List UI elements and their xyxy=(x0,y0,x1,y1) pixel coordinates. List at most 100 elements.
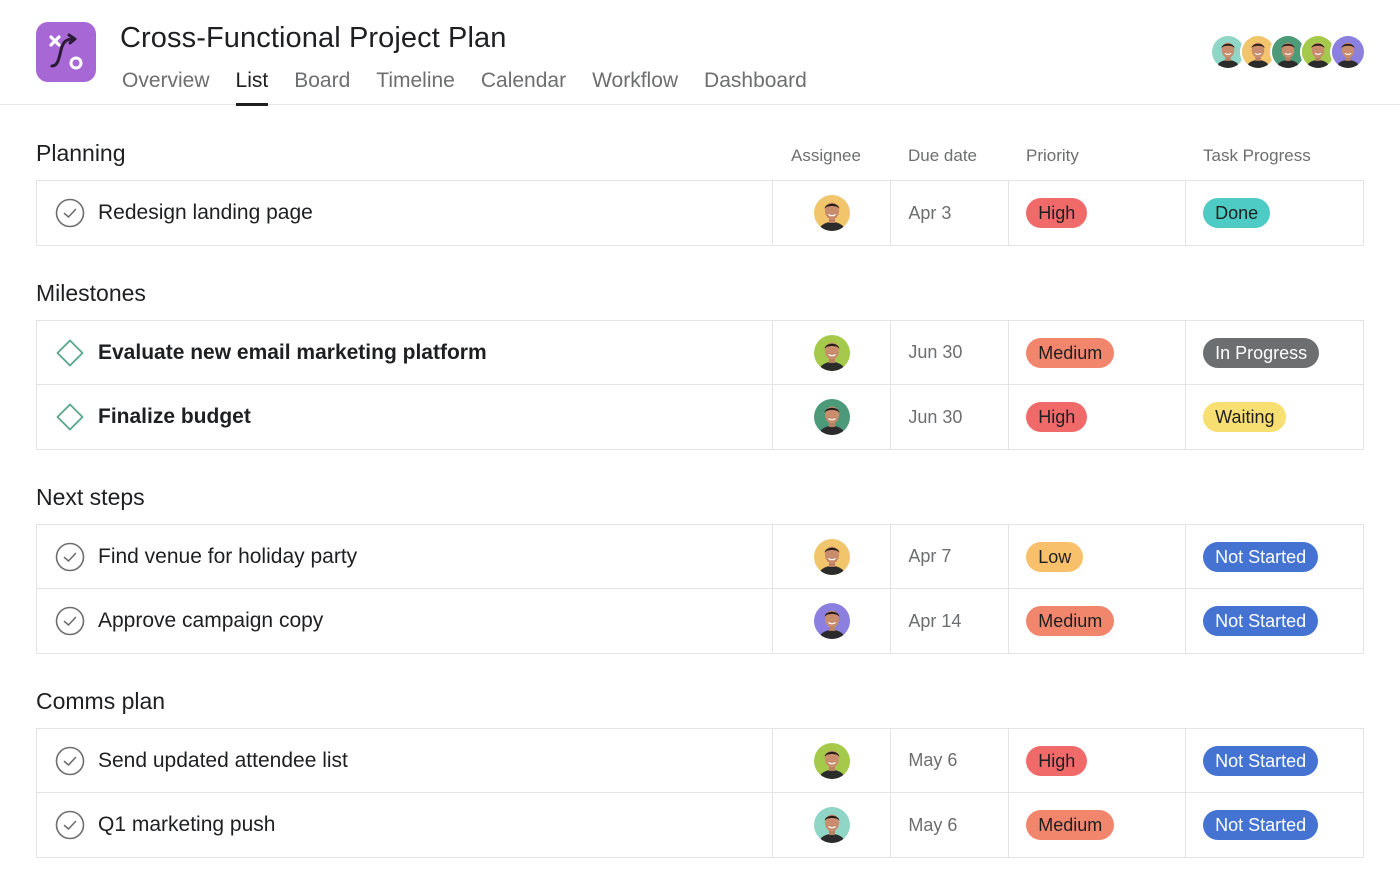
task-name[interactable]: Finalize budget xyxy=(98,405,251,429)
assignee-cell[interactable] xyxy=(773,385,892,449)
priority-badge[interactable]: High xyxy=(1026,198,1088,228)
tab-dashboard[interactable]: Dashboard xyxy=(704,68,807,105)
due-date-cell[interactable]: Jun 30 xyxy=(891,385,1010,449)
priority-cell[interactable]: High xyxy=(1009,385,1187,449)
priority-cell[interactable]: Medium xyxy=(1009,589,1187,653)
column-header-task-progress[interactable]: Task Progress xyxy=(1203,146,1311,166)
task-row[interactable]: Evaluate new email marketing platform Jun… xyxy=(37,321,1364,385)
assignee-avatar[interactable] xyxy=(813,807,850,843)
task-table: Evaluate new email marketing platform Jun… xyxy=(36,320,1364,450)
progress-cell[interactable]: Not Started xyxy=(1186,589,1364,653)
task-name[interactable]: Redesign landing page xyxy=(98,201,313,225)
task-name-cell[interactable]: Redesign landing page xyxy=(37,181,774,245)
assignee-avatar[interactable] xyxy=(813,742,850,779)
progress-cell[interactable]: In Progress xyxy=(1186,321,1364,384)
column-header-due-date[interactable]: Due date xyxy=(908,146,977,166)
priority-badge[interactable]: Medium xyxy=(1026,810,1115,840)
due-date-cell[interactable]: Apr 14 xyxy=(891,589,1010,653)
section-next-steps: Next steps Find venue for holiday party Ap… xyxy=(36,484,1364,654)
priority-badge[interactable]: Medium xyxy=(1026,337,1115,368)
tab-calendar[interactable]: Calendar xyxy=(481,68,566,105)
progress-cell[interactable]: Waiting xyxy=(1186,385,1364,449)
progress-badge[interactable]: Done xyxy=(1203,198,1271,228)
assignee-cell[interactable] xyxy=(773,589,892,653)
progress-badge[interactable]: Not Started xyxy=(1203,810,1319,840)
column-header-priority[interactable]: Priority xyxy=(1026,146,1079,166)
priority-cell[interactable]: Medium xyxy=(1009,321,1187,384)
progress-cell[interactable]: Not Started xyxy=(1186,793,1364,857)
section-title[interactable]: Planning xyxy=(36,140,126,167)
progress-badge[interactable]: Not Started xyxy=(1203,745,1319,776)
column-header-assignee[interactable]: Assignee xyxy=(791,146,861,166)
tab-timeline[interactable]: Timeline xyxy=(376,68,455,105)
assignee-cell[interactable] xyxy=(773,181,892,245)
progress-badge[interactable]: In Progress xyxy=(1203,337,1320,368)
priority-badge[interactable]: High xyxy=(1026,402,1088,432)
priority-cell[interactable]: High xyxy=(1009,729,1187,792)
complete-check-icon[interactable] xyxy=(55,198,85,228)
task-name-cell[interactable]: Find venue for holiday party xyxy=(37,525,774,588)
complete-check-icon[interactable] xyxy=(55,810,85,840)
task-name[interactable]: Find venue for holiday party xyxy=(98,545,357,569)
priority-badge[interactable]: Low xyxy=(1026,541,1084,572)
assignee-cell[interactable] xyxy=(773,729,892,792)
assignee-cell[interactable] xyxy=(773,793,892,857)
due-date-cell[interactable]: May 6 xyxy=(891,793,1010,857)
task-row[interactable]: Q1 marketing push May 6 Medium Not Started xyxy=(37,793,1364,857)
progress-badge[interactable]: Waiting xyxy=(1203,402,1287,432)
complete-check-icon[interactable] xyxy=(55,542,85,572)
section-title[interactable]: Comms plan xyxy=(36,688,165,715)
section-comms-plan: Comms plan Send updated attendee list May … xyxy=(36,688,1364,858)
tab-overview[interactable]: Overview xyxy=(122,68,210,105)
assignee-cell[interactable] xyxy=(773,321,892,384)
complete-check-icon[interactable] xyxy=(55,606,85,636)
tab-board[interactable]: Board xyxy=(294,68,350,105)
task-row[interactable]: Send updated attendee list May 6 High Not S… xyxy=(37,729,1364,793)
task-name[interactable]: Approve campaign copy xyxy=(98,609,323,633)
progress-badge[interactable]: Not Started xyxy=(1203,606,1319,636)
task-name-cell[interactable]: Send updated attendee list xyxy=(37,729,774,792)
progress-cell[interactable]: Not Started xyxy=(1186,729,1364,792)
task-row[interactable]: Redesign landing page Apr 3 High Done xyxy=(37,181,1364,245)
assignee-avatar[interactable] xyxy=(813,334,850,371)
due-date-cell[interactable]: Apr 3 xyxy=(891,181,1010,245)
due-date-cell[interactable]: Jun 30 xyxy=(891,321,1010,384)
task-row[interactable]: Find venue for holiday party Apr 7 Low Not … xyxy=(37,525,1364,589)
tab-list[interactable]: List xyxy=(235,68,268,106)
project-route-icon[interactable] xyxy=(36,22,96,82)
progress-cell[interactable]: Not Started xyxy=(1186,525,1364,588)
milestone-diamond-icon[interactable] xyxy=(55,402,85,432)
assignee-avatar[interactable] xyxy=(813,399,850,435)
member-avatar[interactable] xyxy=(1330,34,1366,70)
priority-cell[interactable]: Low xyxy=(1009,525,1187,588)
section-title[interactable]: Milestones xyxy=(36,280,146,307)
priority-cell[interactable]: Medium xyxy=(1009,793,1187,857)
assignee-avatar[interactable] xyxy=(813,195,850,231)
project-members[interactable] xyxy=(1210,34,1366,70)
task-table: Send updated attendee list May 6 High Not S… xyxy=(36,728,1364,858)
assignee-avatar[interactable] xyxy=(813,603,850,639)
milestone-diamond-icon[interactable] xyxy=(55,338,85,368)
task-name[interactable]: Q1 marketing push xyxy=(98,813,275,837)
task-name-cell[interactable]: Q1 marketing push xyxy=(37,793,774,857)
due-date-cell[interactable]: Apr 7 xyxy=(891,525,1010,588)
priority-badge[interactable]: High xyxy=(1026,745,1088,776)
progress-cell[interactable]: Done xyxy=(1186,181,1364,245)
task-row[interactable]: Finalize budget Jun 30 High Waiting xyxy=(37,385,1364,449)
due-date-cell[interactable]: May 6 xyxy=(891,729,1010,792)
task-name[interactable]: Evaluate new email marketing platform xyxy=(98,341,487,365)
due-date: Apr 3 xyxy=(908,202,952,223)
tab-workflow[interactable]: Workflow xyxy=(592,68,678,105)
priority-badge[interactable]: Medium xyxy=(1026,606,1115,636)
task-row[interactable]: Approve campaign copy Apr 14 Medium Not Sta… xyxy=(37,589,1364,653)
complete-check-icon[interactable] xyxy=(55,746,85,776)
assignee-avatar[interactable] xyxy=(813,538,850,575)
section-title[interactable]: Next steps xyxy=(36,484,145,511)
progress-badge[interactable]: Not Started xyxy=(1203,541,1319,572)
task-name-cell[interactable]: Evaluate new email marketing platform xyxy=(37,321,774,384)
task-name-cell[interactable]: Finalize budget xyxy=(37,385,774,449)
assignee-cell[interactable] xyxy=(773,525,892,588)
priority-cell[interactable]: High xyxy=(1009,181,1187,245)
task-name[interactable]: Send updated attendee list xyxy=(98,749,348,773)
task-name-cell[interactable]: Approve campaign copy xyxy=(37,589,774,653)
